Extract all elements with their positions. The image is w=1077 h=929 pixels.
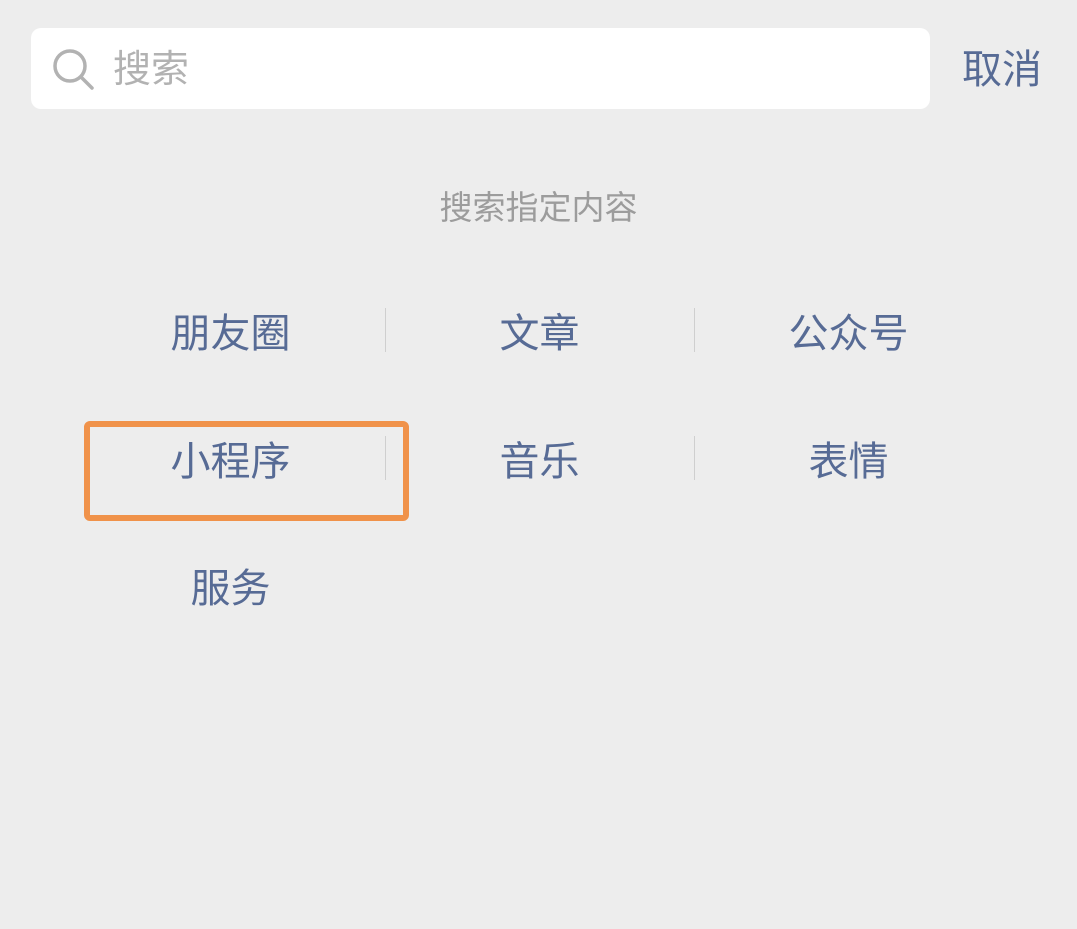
category-articles[interactable]: 文章 [385, 306, 694, 362]
search-input[interactable] [113, 28, 913, 109]
category-official-accounts[interactable]: 公众号 [694, 306, 1003, 362]
category-moments[interactable]: 朋友圈 [76, 306, 385, 362]
category-mini-programs[interactable]: 小程序 [76, 434, 385, 490]
category-services[interactable]: 服务 [76, 561, 385, 617]
category-music[interactable]: 音乐 [385, 434, 694, 490]
search-bar[interactable] [31, 28, 930, 109]
category-stickers[interactable]: 表情 [694, 434, 1003, 490]
section-title: 搜索指定内容 [439, 188, 638, 227]
search-icon [53, 49, 94, 90]
cancel-button[interactable]: 取消 [962, 42, 1042, 98]
